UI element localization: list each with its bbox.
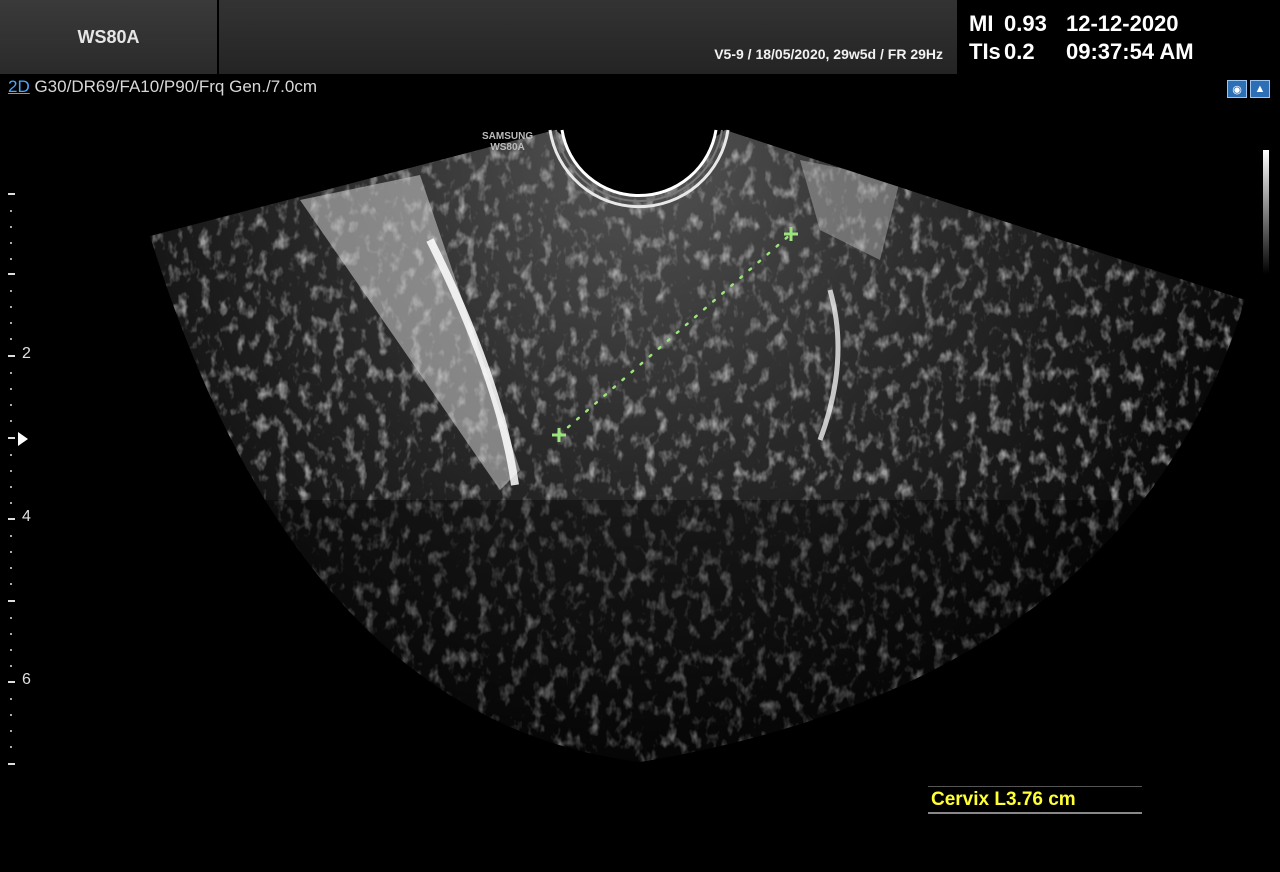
scale-dot xyxy=(10,730,12,732)
depth-label-4: 4 xyxy=(22,508,31,525)
scale-dot xyxy=(10,258,12,260)
scale-dot xyxy=(10,226,12,228)
exam-date: 12-12-2020 xyxy=(1066,11,1179,36)
image-watermark: SAMSUNG WS80A xyxy=(482,131,533,153)
scale-tick xyxy=(8,518,15,520)
measurement-value: 3.76 cm xyxy=(1005,788,1076,810)
tis-label: TIs xyxy=(969,39,1001,64)
probe-info: V5-9 / 18/05/2020, 29w5d / FR 29Hz xyxy=(714,46,943,62)
scale-dot xyxy=(10,486,12,488)
scale-dot xyxy=(10,633,12,635)
ultrasound-image xyxy=(150,129,1245,762)
focus-position-marker[interactable] xyxy=(18,432,28,446)
scale-dot xyxy=(10,470,12,472)
model-name: WS80A xyxy=(0,0,217,74)
scale-dot xyxy=(10,404,12,406)
scale-tick xyxy=(8,193,15,195)
imaging-parameters: 2D G30/DR69/FA10/P90/Frq Gen./7.0cm xyxy=(8,77,317,97)
measurement-label: Cervix L xyxy=(931,788,1006,810)
scale-tick xyxy=(8,273,15,275)
scale-dot xyxy=(10,665,12,667)
view-icons: ◉ ▲ xyxy=(1227,80,1270,98)
scale-dot xyxy=(10,617,12,619)
watermark-brand: SAMSUNG xyxy=(482,131,534,142)
mi-label: MI xyxy=(969,11,994,36)
imaging-settings: G30/DR69/FA10/P90/Frq Gen./7.0cm xyxy=(29,77,317,96)
header-info-panel: V5-9 / 18/05/2020, 29w5d / FR 29Hz xyxy=(219,0,957,74)
scale-dot xyxy=(10,454,12,456)
scale-dot xyxy=(10,420,12,422)
scale-dot xyxy=(10,338,12,340)
scale-dot xyxy=(10,242,12,244)
tis-value: 0.2 xyxy=(1004,39,1035,64)
scale-tick xyxy=(8,681,15,683)
scale-dot xyxy=(10,322,12,324)
scale-dot xyxy=(10,583,12,585)
probe-orientation-icon[interactable]: ◉ xyxy=(1227,80,1247,98)
mi-value: 0.93 xyxy=(1004,11,1047,36)
mode-indicator[interactable]: 2D xyxy=(8,77,30,96)
scale-dot xyxy=(10,388,12,390)
grayscale-bar xyxy=(1263,150,1269,274)
scale-dot xyxy=(10,306,12,308)
scale-tick xyxy=(8,437,15,439)
scale-dot xyxy=(10,567,12,569)
scale-dot xyxy=(10,714,12,716)
watermark-model: WS80A xyxy=(490,142,525,153)
scale-tick xyxy=(8,600,15,602)
exam-time: 09:37:54 AM xyxy=(1066,39,1194,64)
measurement-result-box: Cervix L 3.76 cm xyxy=(928,786,1142,814)
depth-label-2: 2 xyxy=(22,345,31,362)
scale-dot xyxy=(10,290,12,292)
body-marker-icon[interactable]: ▲ xyxy=(1250,80,1270,98)
scale-dot xyxy=(10,535,12,537)
scale-dot xyxy=(10,210,12,212)
scale-dot xyxy=(10,649,12,651)
scale-dot xyxy=(10,372,12,374)
scale-tick xyxy=(8,763,15,765)
scale-dot xyxy=(10,551,12,553)
top-bar: WS80A V5-9 / 18/05/2020, 29w5d / FR 29Hz… xyxy=(0,0,1280,74)
scale-dot xyxy=(10,746,12,748)
depth-label-6: 6 xyxy=(22,671,31,688)
scale-tick xyxy=(8,355,15,357)
scale-dot xyxy=(10,698,12,700)
scale-dot xyxy=(10,502,12,504)
